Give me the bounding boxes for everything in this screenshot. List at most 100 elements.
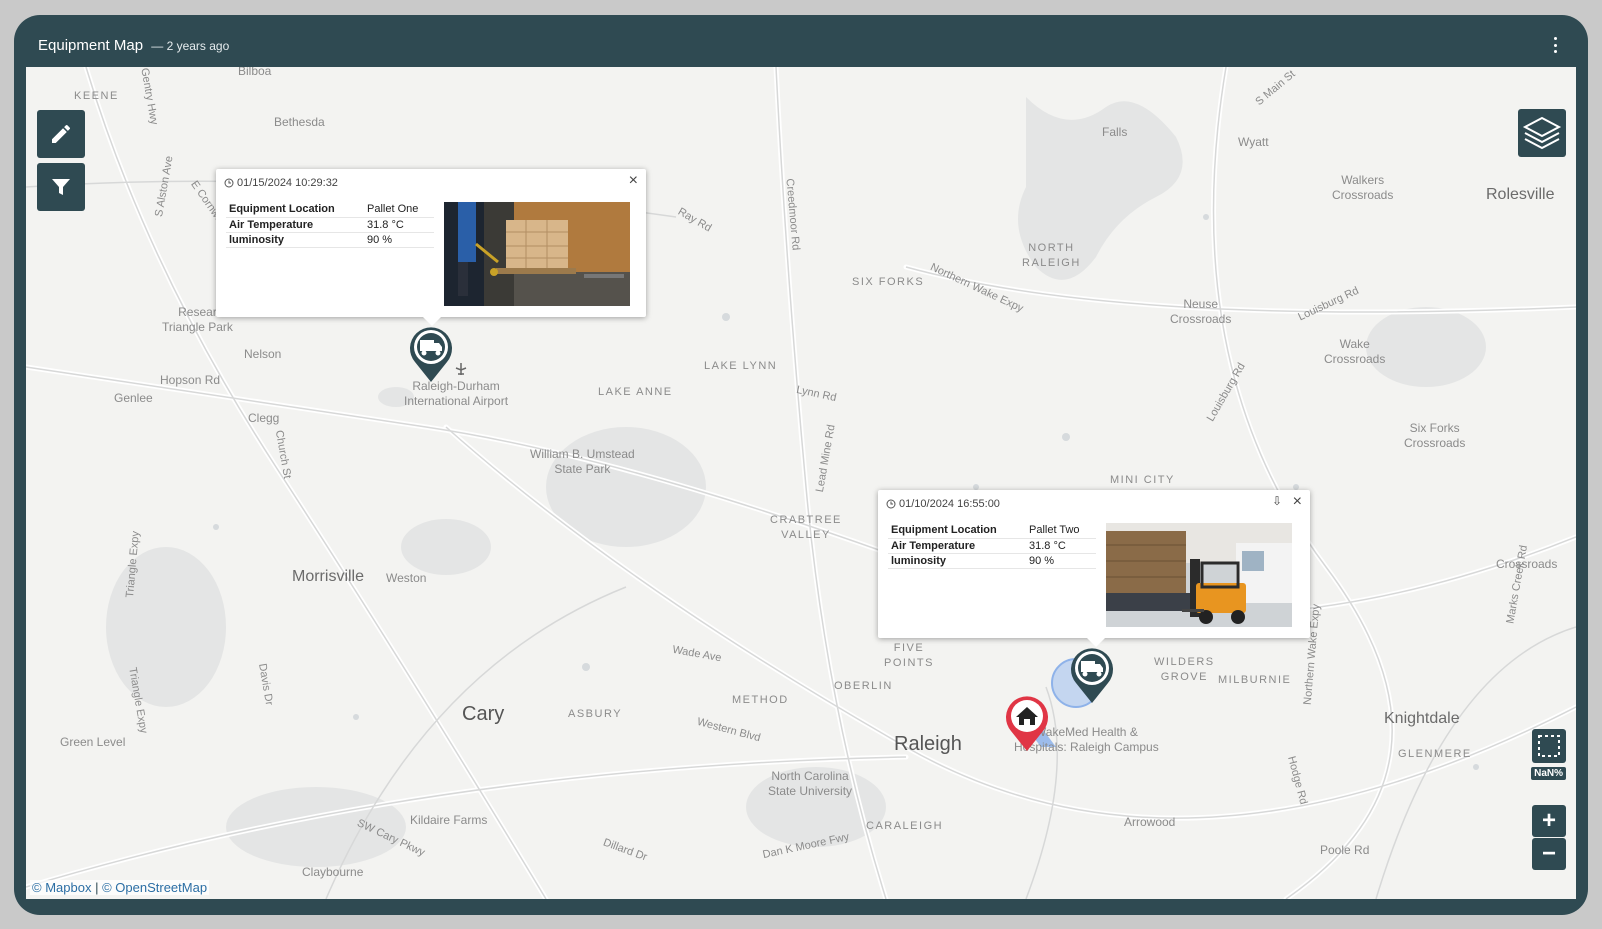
map-place-label: Claybourne [302,865,364,879]
attribute-value: Pallet One [364,202,434,218]
map-place-label: Green Level [60,735,126,749]
download-icon[interactable]: ⇩ [1272,494,1282,508]
map-place-label: Wake Crossroads [1324,337,1386,366]
pallet-two-photo[interactable] [1106,523,1292,627]
map-place-label: Bethesda [274,115,325,129]
attribution-separator: | [95,880,99,895]
map-place-label: Neuse Crossroads [1170,297,1232,326]
map-place-label: Walkers Crossroads [1332,173,1394,202]
map-place-label: Six Forks Crossroads [1404,421,1466,450]
popup-attributes-table: Equipment Location Pallet Two Air Tempera… [888,523,1096,569]
pencil-icon [52,124,70,143]
map-place-label: Morrisville [292,568,364,585]
map-place-label: Nelson [244,347,282,361]
widget-subtitle: — 2 years ago [151,39,230,53]
attribute-value: 90 % [364,232,434,248]
layers-icon [1522,116,1562,150]
attribute-key: Air Temperature [888,538,1026,554]
map-place-label: LAKE ANNE [598,386,673,398]
more-options-icon[interactable] [1548,37,1562,53]
pallet-one-photo[interactable] [444,202,630,306]
table-row: luminosity 90 % [226,232,434,248]
popup-attributes-table: Equipment Location Pallet One Air Tempera… [226,202,434,248]
attribute-value: 90 % [1026,553,1096,569]
filter-button[interactable] [37,163,85,211]
popup-timestamp-text: 01/10/2024 16:55:00 [899,498,1000,510]
map-place-label: Falls [1102,125,1128,139]
home-icon [1006,696,1048,751]
popup-close-button[interactable]: × [1293,494,1302,510]
map-place-label: Genlee [114,391,153,405]
map-place-label: North Carolina State University [768,769,853,798]
airport-icon [455,363,467,375]
osm-attribution-link[interactable]: © OpenStreetMap [102,880,207,895]
truck-icon [410,327,452,382]
map-place-label: Poole Rd [1320,843,1370,857]
map-place-label: Cary [462,703,505,725]
attribute-key: luminosity [226,232,364,248]
selection-percent-badge: NaN% [1531,767,1566,780]
equipment-map-widget: Equipment Map — 2 years ago KEENE Bilboa… [14,15,1588,915]
map-place-label: NORTH RALEIGH [1022,242,1081,269]
equipment-popup-pallet-one: 01/15/2024 10:29:32 × Equipment Location… [216,169,646,326]
map-place-label: ASBURY [568,708,623,720]
draw-button[interactable] [37,110,85,158]
attribute-key: luminosity [888,553,1026,569]
map-place-label: GLENMERE [1398,748,1472,760]
attribute-key: Equipment Location [888,523,1026,539]
map-place-label: Bilboa [238,67,272,78]
map-place-label: CRABTREE VALLEY [770,514,842,541]
map-place-label: Weston [386,571,427,585]
map-place-label: CARALEIGH [866,820,944,832]
popup-close-button[interactable]: × [629,173,638,189]
map-place-label: William B. Umstead State Park [530,447,635,476]
map-place-label: Raleigh [894,733,962,755]
map-place-label: Clegg [248,411,280,425]
map-place-label: MILBURNIE [1218,674,1292,686]
map-place-label: MINI CITY [1110,474,1175,486]
map-place-label: WILDERS GROVE [1154,656,1215,683]
widget-title-text: Equipment Map [38,37,144,54]
popup-timestamp: 01/10/2024 16:55:00 [886,498,1000,510]
equipment-popup-pallet-two: 01/10/2024 16:55:00 ⇩ × Equipment Locati… [878,490,1310,647]
map-place-label: OBERLIN [834,680,893,692]
zoom-in-button[interactable]: + [1532,805,1566,837]
attribute-key: Air Temperature [226,217,364,233]
map-place-label: SIX FORKS [852,276,925,288]
table-row: Air Temperature 31.8 °C [226,217,434,233]
mapbox-attribution-link[interactable]: © Mapbox [32,880,91,895]
attribute-value: Pallet Two [1026,523,1096,539]
map-place-label: KEENE [74,90,119,102]
dashed-select-icon [1538,735,1560,757]
map-canvas[interactable]: KEENE Bilboa Bethesda Resear Triangle Park Ne… [26,67,1576,899]
home-marker[interactable] [1001,691,1053,753]
map-place-label: Hopson Rd [160,373,221,387]
map-place-label: METHOD [732,694,789,706]
attribute-value: 31.8 °C [364,217,434,233]
map-place-label: Knightdale [1384,710,1460,727]
box-select-button[interactable] [1532,729,1566,763]
table-row: luminosity 90 % [888,553,1096,569]
map-place-label: Wyatt [1238,135,1269,149]
screen-frame: Equipment Map — 2 years ago KEENE Bilboa… [0,0,1602,929]
attribute-key: Equipment Location [226,202,364,218]
widget-title: Equipment Map — 2 years ago [38,37,229,54]
clock-icon [224,178,234,188]
filter-icon [52,179,70,195]
truck-icon [1071,648,1113,703]
table-row: Equipment Location Pallet One [226,202,434,218]
widget-header: Equipment Map — 2 years ago [14,15,1588,67]
popup-timestamp-text: 01/15/2024 10:29:32 [237,177,338,189]
table-row: Air Temperature 31.8 °C [888,538,1096,554]
map-place-label: Rolesville [1486,186,1555,203]
map-place-label: Kildaire Farms [410,813,488,827]
map-attribution: © Mapbox | © OpenStreetMap [30,880,210,895]
map-place-label: Arrowood [1124,815,1176,829]
map-place-label: LAKE LYNN [704,360,778,372]
table-row: Equipment Location Pallet Two [888,523,1096,539]
truck-marker-pallet-two[interactable] [1066,643,1118,705]
map-place-label: FIVE POINTS [884,642,934,669]
truck-marker-pallet-one[interactable] [405,322,457,384]
zoom-out-button[interactable]: − [1532,838,1566,870]
layers-button[interactable] [1518,109,1566,157]
